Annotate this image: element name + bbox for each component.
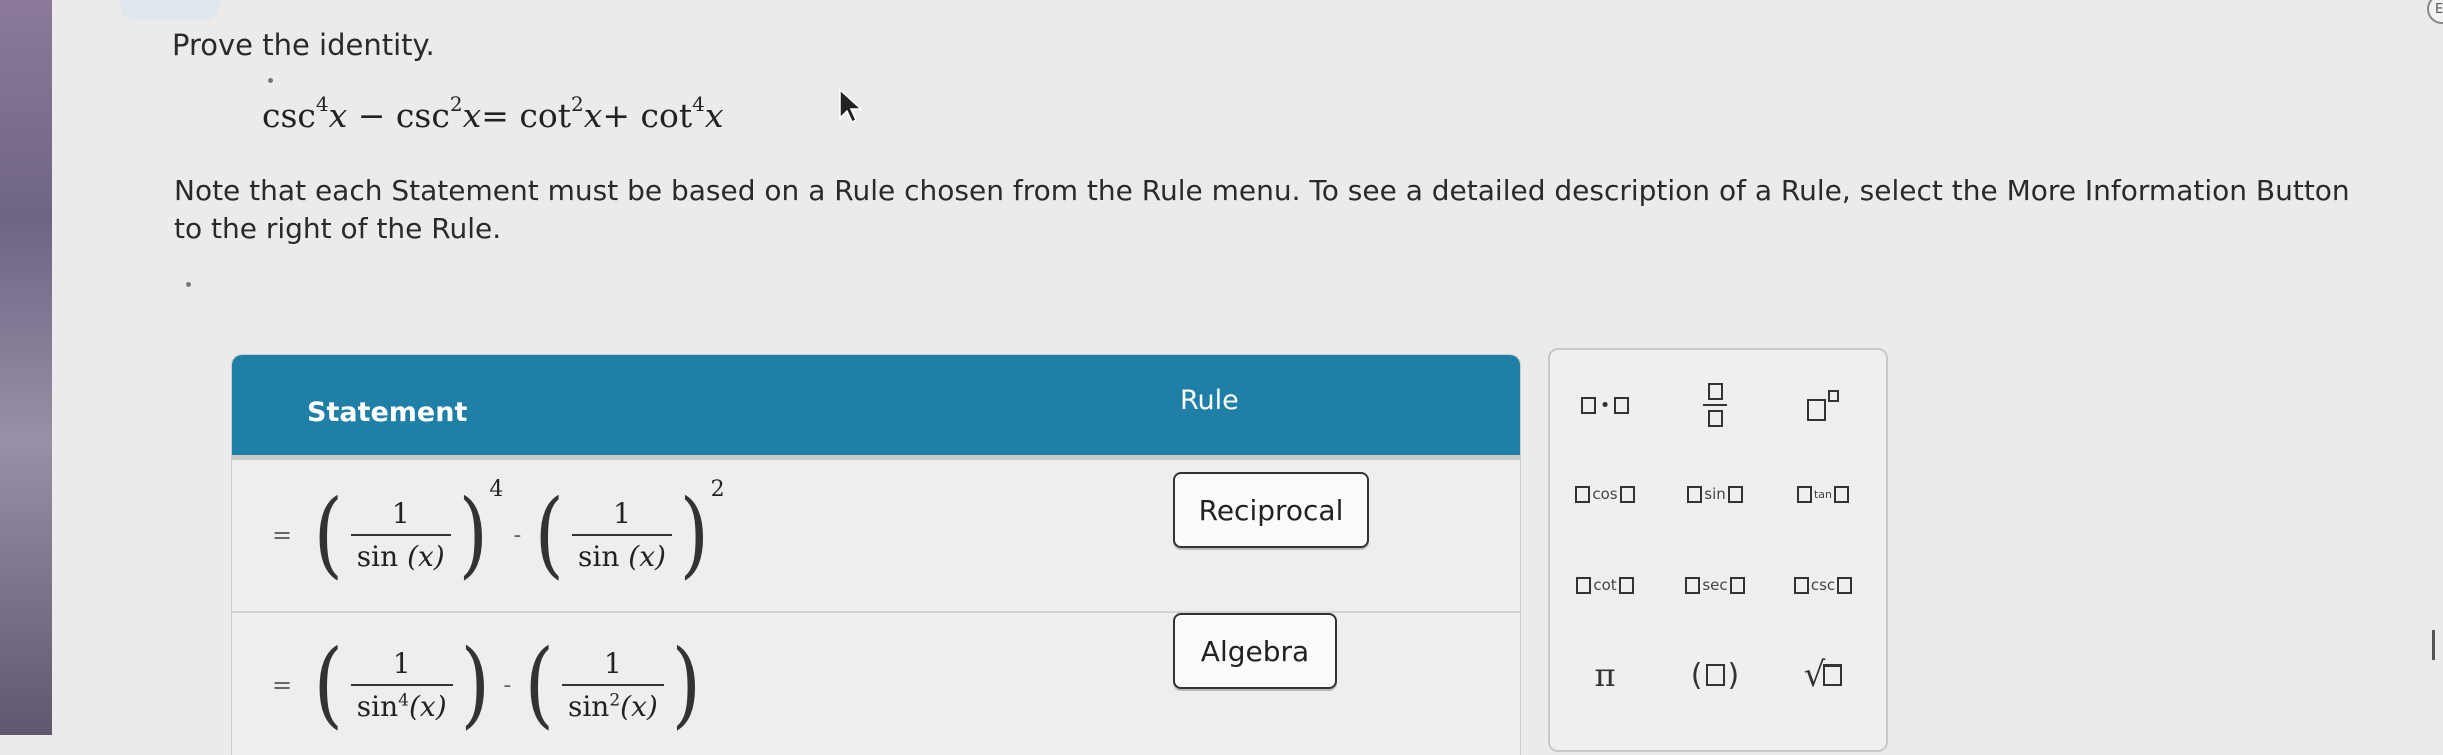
open-paren: (	[524, 630, 555, 739]
exponent-button[interactable]	[1778, 374, 1868, 434]
parentheses-button[interactable]: ( )	[1670, 650, 1760, 700]
placeholder-box-icon	[1796, 485, 1812, 503]
proof-table-header: Statement Rule	[232, 355, 1520, 460]
cot-button[interactable]: cot	[1560, 563, 1650, 607]
close-paren: )	[460, 630, 490, 739]
placeholder-box-icon	[1837, 576, 1853, 594]
statement-column-header: Statement	[307, 397, 468, 428]
csc-button[interactable]: csc	[1778, 563, 1868, 607]
placeholder-box-icon	[1823, 664, 1843, 686]
placeholder-box-icon	[1828, 390, 1839, 402]
rule-button-algebra[interactable]: Algebra	[1173, 613, 1337, 689]
placeholder-box-icon	[1619, 485, 1635, 503]
close-paren: )	[671, 630, 701, 739]
placeholder-box-icon	[1727, 485, 1743, 503]
placeholder-box-icon	[1707, 383, 1723, 400]
sin-button[interactable]: sin	[1670, 472, 1760, 516]
math-palette: • cos sin tan cot sec csc π ( ) √	[1548, 348, 1888, 752]
sqrt-icon: √	[1803, 655, 1826, 695]
rule-button-reciprocal[interactable]: Reciprocal	[1173, 472, 1369, 548]
placeholder-box-icon	[1729, 576, 1745, 594]
fraction: 1 sin (x)	[572, 497, 672, 573]
rule-column-header: Rule	[1180, 385, 1239, 416]
decorative-dot	[268, 78, 273, 83]
fraction-bar-icon	[1703, 404, 1727, 406]
placeholder-box-icon	[1705, 664, 1725, 686]
proof-table: Statement Rule = ( 1 sin (x) ) 4 - ( 1 s…	[232, 355, 1520, 755]
browser-side-strip	[0, 0, 52, 735]
placeholder-box-icon	[1576, 576, 1592, 594]
close-paren: )	[458, 480, 488, 589]
decorative-dot	[186, 282, 191, 287]
multiply-button[interactable]: •	[1560, 380, 1650, 430]
close-paren: )	[679, 480, 709, 589]
placeholder-box-icon	[1580, 396, 1596, 414]
edge-handle	[2432, 630, 2443, 660]
exponent: 4	[489, 477, 504, 502]
equals-sign: =	[272, 521, 293, 549]
edge-badge[interactable]: E	[2427, 0, 2443, 24]
open-paren: (	[535, 480, 565, 589]
placeholder-box-icon	[1687, 485, 1703, 503]
statement-row-2[interactable]: = ( 1 sin4(x) ) - ( 1 sin2(x) )	[272, 620, 704, 750]
open-paren: (	[313, 480, 344, 589]
minus-sign: -	[513, 522, 522, 548]
equals-sign: =	[272, 671, 293, 699]
exponent: 2	[710, 477, 725, 502]
open-paren: (	[313, 630, 344, 739]
fraction-button[interactable]	[1670, 370, 1760, 440]
mouse-cursor-icon	[839, 88, 863, 124]
placeholder-box-icon	[1575, 485, 1591, 503]
statement-row-1[interactable]: = ( 1 sin (x) ) 4 - ( 1 sin (x) ) 2	[272, 475, 725, 595]
placeholder-box-icon	[1685, 576, 1701, 594]
fraction: 1 sin4(x)	[350, 647, 453, 723]
sec-button[interactable]: sec	[1670, 563, 1760, 607]
prompt-heading: Prove the identity.	[172, 28, 435, 62]
cos-button[interactable]: cos	[1560, 472, 1650, 516]
fraction: 1 sin (x)	[350, 497, 451, 573]
placeholder-box-icon	[1618, 576, 1634, 594]
fraction: 1 sin2(x)	[561, 647, 664, 723]
top-tab	[120, 0, 220, 20]
placeholder-box-icon	[1793, 576, 1809, 594]
pi-button[interactable]: π	[1560, 650, 1650, 700]
placeholder-box-icon	[1707, 410, 1723, 427]
placeholder-box-icon	[1807, 399, 1826, 421]
placeholder-box-icon	[1614, 396, 1630, 414]
sqrt-button[interactable]: √	[1778, 650, 1868, 700]
minus-sign: -	[503, 672, 512, 698]
placeholder-box-icon	[1834, 485, 1850, 503]
instruction-note: Note that each Statement must be based o…	[174, 174, 2350, 245]
identity-equation: csc4x − csc2x= cot2x+ cot4x	[262, 92, 724, 135]
tan-button[interactable]: tan	[1778, 472, 1868, 516]
